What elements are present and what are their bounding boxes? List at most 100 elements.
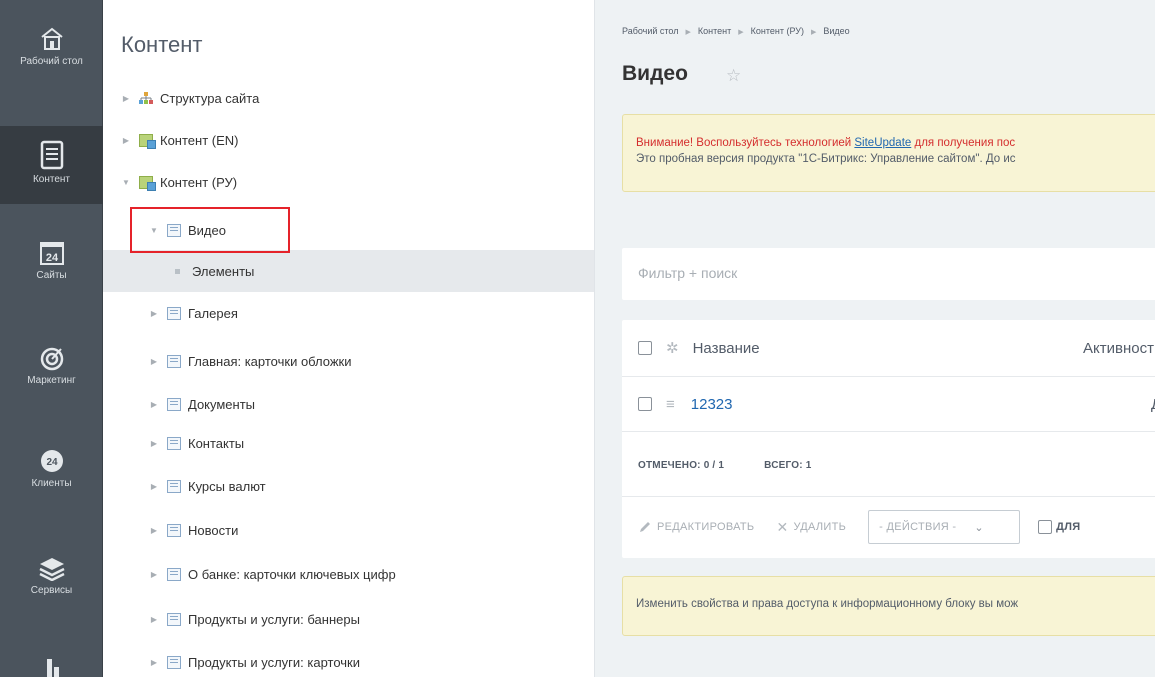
tree-item-label: Продукты и услуги: баннеры [188, 611, 360, 627]
for-all-toggle[interactable]: ДЛЯ [1038, 520, 1080, 534]
tree-item-content-ru[interactable]: ▼ Контент (РУ) [103, 161, 594, 203]
home-icon [40, 27, 63, 50]
row-name-link[interactable]: 12323 [691, 396, 733, 413]
breadcrumb-item[interactable]: Видео [823, 26, 849, 36]
calendar-24-icon: 24 [39, 242, 64, 265]
breadcrumb-item[interactable]: Рабочий стол [622, 26, 679, 36]
tree-item-label: Контент (РУ) [160, 174, 238, 190]
tree-item-label: Новости [188, 522, 239, 538]
collapse-arrow-icon[interactable]: ▼ [121, 178, 131, 187]
chevron-down-icon: ⌄ [974, 521, 984, 534]
main-content: Рабочий стол ▶ Контент ▶ Контент (РУ) ▶ Видео … [596, 0, 1155, 677]
iblock-icon [167, 612, 181, 626]
divider [622, 431, 1155, 432]
tree-item-label: Галерея [188, 305, 238, 321]
grid-header-row: ✲ Название Активност [622, 320, 1155, 376]
grid-counters: ОТМЕЧЕНО: 0 / 1 ВСЕГО: 1 [638, 460, 851, 471]
sidebar-item-marketing[interactable]: Маркетинг [0, 345, 103, 387]
breadcrumb-item[interactable]: Контент [698, 26, 731, 36]
iblock-type-icon [139, 133, 156, 149]
tree-item-site-structure[interactable]: ▶ Структура сайта [103, 77, 594, 119]
tree-item-label: Элементы [192, 263, 255, 279]
menu-icon[interactable]: ≡ [666, 396, 675, 413]
delete-button-label: УДАЛИТЬ [793, 521, 847, 533]
sidebar-item-label: Сервисы [30, 585, 73, 596]
tree-item-contacts[interactable]: ▶ Контакты [103, 422, 594, 464]
edit-button[interactable]: РЕДАКТИРОВАТЬ [638, 520, 754, 534]
svg-text:24: 24 [45, 252, 58, 264]
expand-arrow-icon[interactable]: ▶ [149, 526, 159, 535]
expand-arrow-icon[interactable]: ▶ [149, 309, 159, 318]
expand-arrow-icon[interactable]: ▶ [149, 615, 159, 624]
analytics-icon [46, 659, 59, 677]
chevron-right-icon: ▶ [738, 29, 744, 36]
sidebar-item-label: Рабочий стол [20, 56, 83, 67]
left-icon-bar: Рабочий стол Контент 24 Сайты Маркетинг … [0, 0, 103, 677]
sidebar-item-clients[interactable]: 24 Клиенты [0, 448, 103, 490]
iblock-icon [167, 397, 181, 411]
expand-arrow-icon[interactable]: ▶ [149, 570, 159, 579]
tree-item-documents[interactable]: ▶ Документы [103, 383, 594, 425]
tree-item-label: Курсы валют [188, 478, 266, 494]
warning-text-tail: для получения пос [911, 137, 1016, 149]
iblock-icon [167, 354, 181, 368]
filter-search-input[interactable]: Фильтр + поиск [622, 248, 1155, 300]
tree-item-elements[interactable]: Элементы [103, 250, 594, 292]
sidebar-item-label: Клиенты [31, 478, 72, 489]
gear-icon[interactable]: ✲ [666, 339, 679, 357]
trial-warning: Внимание! Воспользуйтесь технологией Sit… [622, 114, 1155, 192]
column-header-name[interactable]: Название [693, 340, 760, 357]
elements-grid: ✲ Название Активност ≡ 12323 Да ОТМЕЧЕНО… [622, 320, 1155, 558]
tree-item-gallery[interactable]: ▶ Галерея [103, 292, 594, 334]
breadcrumb-item[interactable]: Контент (РУ) [751, 26, 804, 36]
tree-item-label: Главная: карточки обложки [188, 353, 352, 369]
star-icon[interactable]: ☆ [726, 66, 741, 86]
iblock-settings-note: Изменить свойства и права доступа к инфо… [622, 576, 1155, 636]
sidebar-item-sites[interactable]: 24 Сайты [0, 240, 103, 282]
tree-item-news[interactable]: ▶ Новости [103, 509, 594, 551]
sidebar-item-label: Маркетинг [27, 375, 76, 386]
tree-item-label: Структура сайта [160, 90, 260, 106]
tree-item-label: Документы [188, 396, 256, 412]
actions-select[interactable]: - ДЕЙСТВИЯ - ⌄ [868, 510, 1021, 544]
column-header-active[interactable]: Активност [1083, 340, 1154, 357]
row-checkbox[interactable] [638, 397, 652, 411]
sidebar-item-analytics[interactable] [0, 655, 103, 677]
iblock-type-icon [139, 175, 156, 191]
target-icon [40, 347, 63, 371]
dot-icon [175, 268, 180, 274]
sidebar-item-desktop[interactable]: Рабочий стол [0, 26, 103, 68]
tree-item-currency-rates[interactable]: ▶ Курсы валют [103, 465, 594, 507]
expand-arrow-icon[interactable]: ▶ [149, 439, 159, 448]
tree-item-main-cover-cards[interactable]: ▶ Главная: карточки обложки [103, 340, 594, 382]
expand-arrow-icon[interactable]: ▶ [149, 400, 159, 409]
sidebar-item-label: Контент [32, 174, 71, 185]
expand-arrow-icon[interactable]: ▶ [121, 136, 131, 145]
warning-trial-text: Это пробная версия продукта "1С-Битрикс:… [636, 153, 1016, 165]
tree-item-label: О банке: карточки ключевых цифр [188, 566, 396, 582]
tree-item-about-bank-cards[interactable]: ▶ О банке: карточки ключевых цифр [103, 553, 594, 595]
siteupdate-link[interactable]: SiteUpdate [854, 137, 911, 149]
expand-arrow-icon[interactable]: ▶ [149, 357, 159, 366]
sidebar-item-content[interactable]: Контент [0, 126, 103, 204]
sidebar-item-services[interactable]: Сервисы [0, 555, 103, 597]
expand-arrow-icon[interactable]: ▶ [149, 482, 159, 491]
edit-button-label: РЕДАКТИРОВАТЬ [657, 521, 755, 533]
select-all-checkbox[interactable] [638, 341, 652, 355]
tree-item-products-cards[interactable]: ▶ Продукты и услуги: карточки [103, 641, 594, 677]
checked-count: ОТМЕЧЕНО: 0 / 1 [638, 460, 725, 471]
delete-button[interactable]: ✕ УДАЛИТЬ [776, 519, 846, 536]
layers-icon [38, 558, 65, 581]
tree-item-content-en[interactable]: ▶ Контент (EN) [103, 119, 594, 161]
table-row[interactable]: ≡ 12323 Да [622, 377, 1155, 431]
total-count: ВСЕГО: 1 [764, 460, 812, 471]
tree-item-products-banners[interactable]: ▶ Продукты и услуги: баннеры [103, 598, 594, 640]
expand-arrow-icon[interactable]: ▶ [149, 658, 159, 667]
warning-text: Внимание! Воспользуйтесь технологией [636, 137, 855, 149]
expand-arrow-icon[interactable]: ▶ [121, 94, 131, 103]
page-title: Видео [622, 62, 688, 85]
for-all-label: ДЛЯ [1056, 521, 1081, 533]
tree-item-label: Контакты [188, 435, 245, 451]
for-all-checkbox[interactable] [1038, 520, 1053, 534]
tree-title: Контент [121, 32, 203, 57]
